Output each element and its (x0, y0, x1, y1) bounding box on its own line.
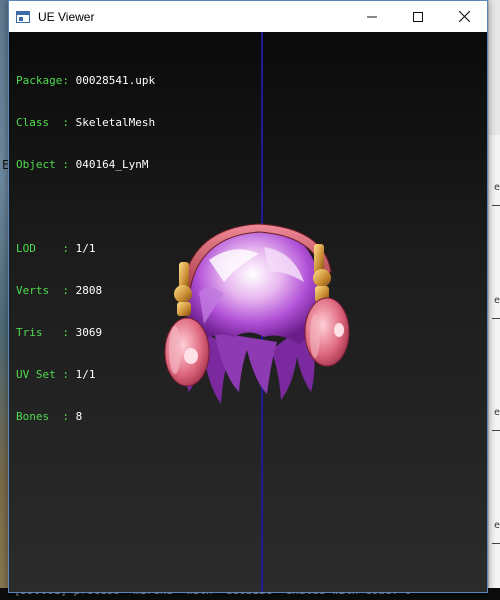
info-tris: Tris : 3069 (16, 326, 103, 339)
window-title: UE Viewer (38, 9, 95, 24)
background-divider (492, 205, 500, 206)
maximize-button[interactable] (395, 1, 441, 32)
close-icon (458, 11, 470, 22)
background-mark: e (494, 295, 500, 306)
background-divider (492, 318, 500, 319)
3d-viewport[interactable]: Package: 00028541.upk Class : SkeletalMe… (9, 32, 487, 592)
info-class: Class : SkeletalMesh (16, 116, 156, 129)
info-verts: Verts : 2808 (16, 284, 103, 297)
info-bones: Bones : 8 (16, 410, 83, 423)
background-divider (492, 543, 500, 544)
background-mark: e (494, 520, 500, 531)
info-object: Object : 040164_LynM (16, 158, 149, 171)
info-package: Package: 00028541.upk (16, 74, 156, 87)
info-spacer (16, 200, 155, 214)
app-window-icon (16, 10, 30, 23)
background-mark: e (494, 407, 500, 418)
background-window: e e e e (488, 0, 500, 600)
background-window-header (489, 0, 500, 135)
maximize-icon (413, 11, 423, 22)
ue-viewer-window: UE Viewer Package: 00028541.upk Class: … (8, 0, 488, 593)
info-uvset: UV Set : 1/1 (16, 368, 96, 381)
minimize-icon (367, 16, 377, 17)
close-button[interactable] (441, 1, 487, 32)
title-bar[interactable]: UE Viewer (9, 1, 487, 32)
caption-buttons (349, 1, 487, 32)
background-mark: e (494, 182, 500, 193)
info-lod: LOD : 1/1 (16, 242, 96, 255)
mesh-info-panel: Package: 00028541.upk Class : SkeletalMe… (16, 46, 155, 452)
minimize-button[interactable] (349, 1, 395, 32)
background-divider (492, 430, 500, 431)
